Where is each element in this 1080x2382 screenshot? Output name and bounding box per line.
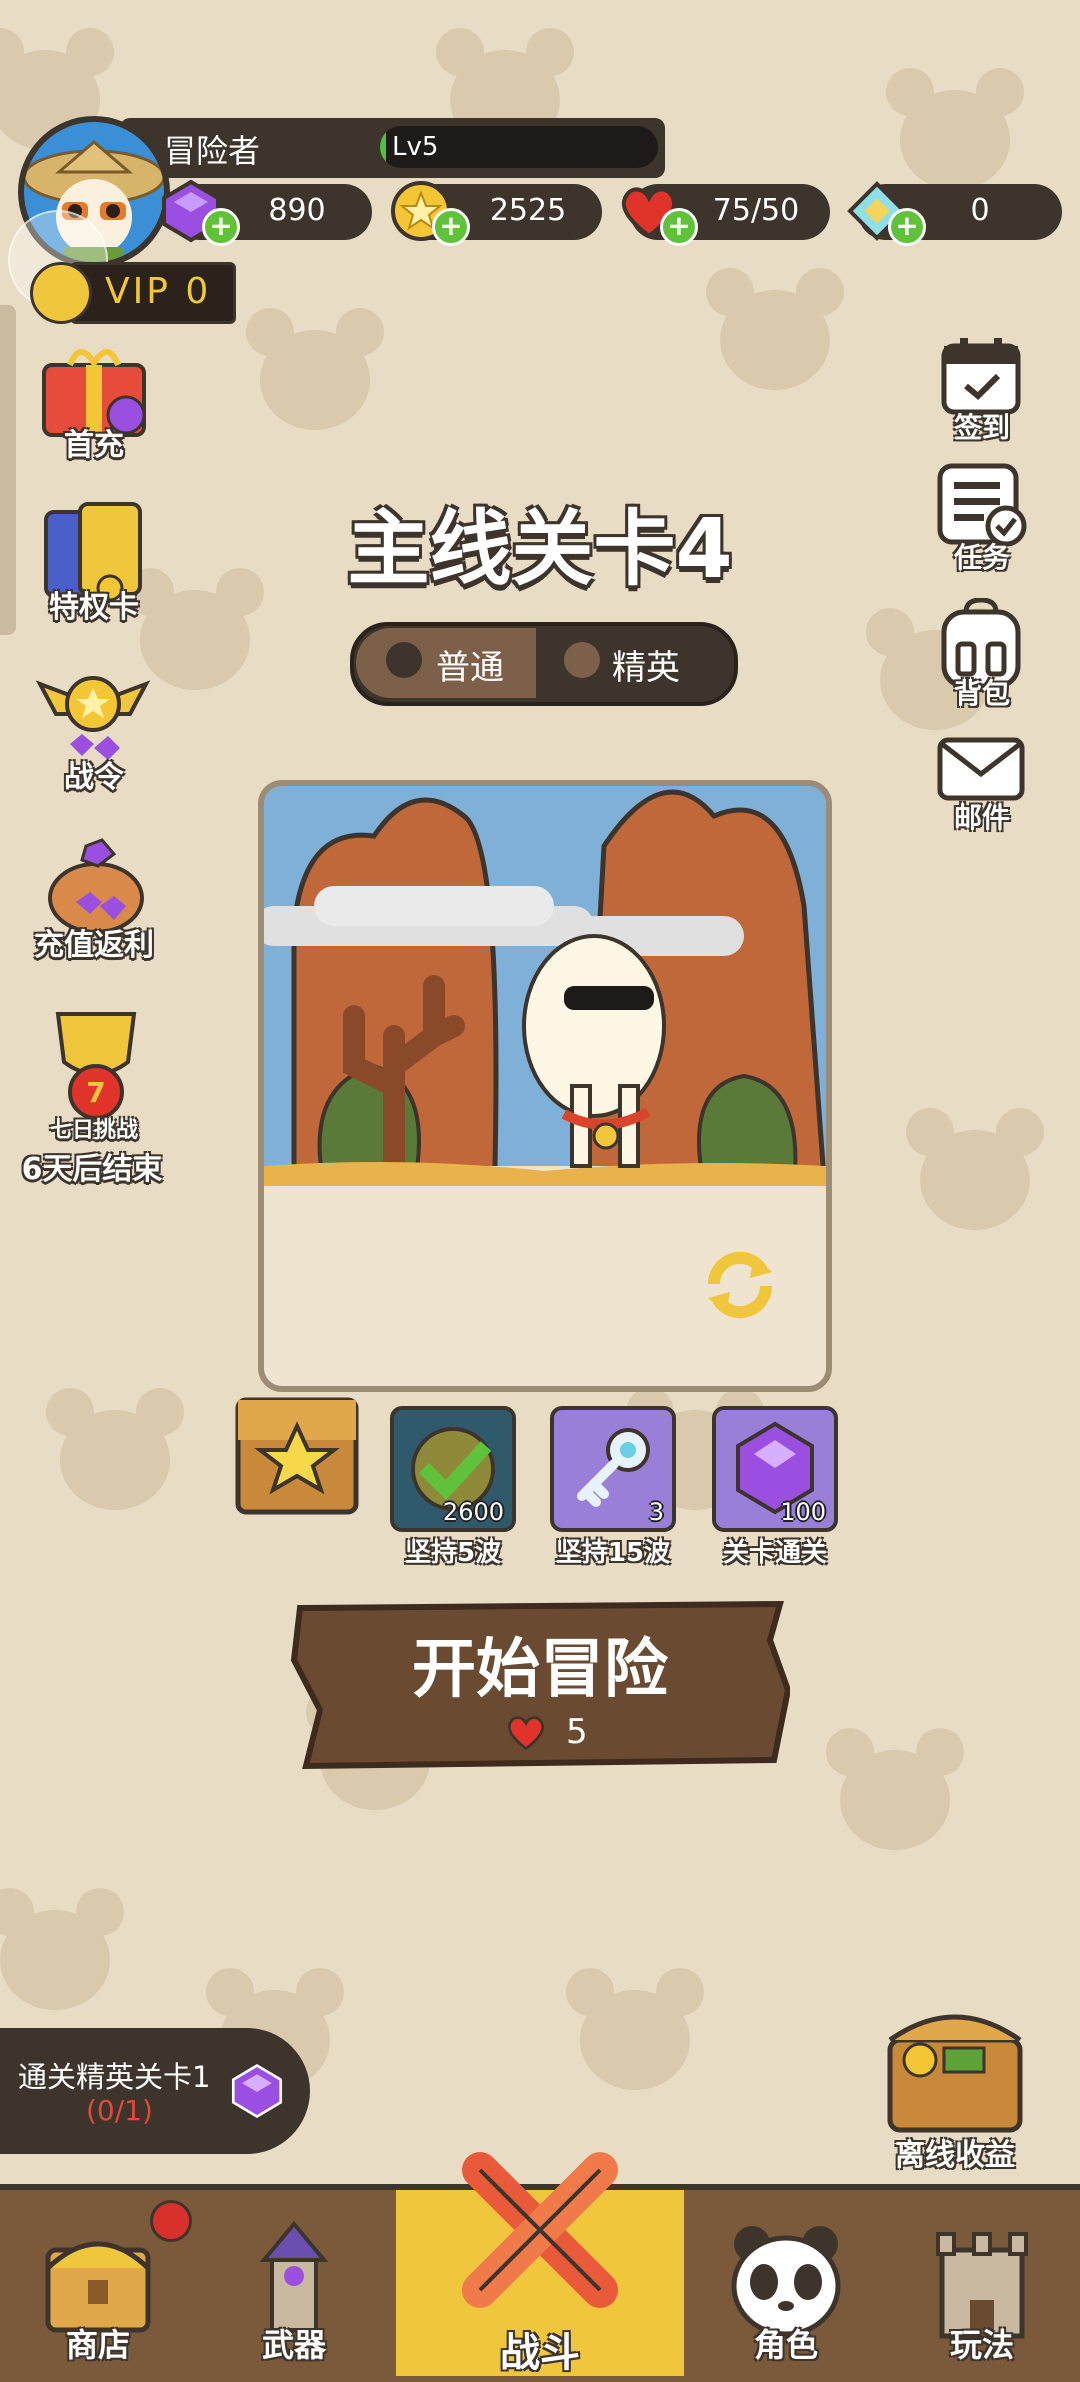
mail-label: 邮件 [953, 801, 1010, 834]
vip-label: VIP 0 [105, 271, 212, 312]
nav-gameplay[interactable]: 玩法 [902, 2200, 1062, 2370]
quest-reward-gem-icon [228, 2062, 286, 2124]
mail-icon[interactable] [936, 736, 1026, 802]
refresh-icon[interactable] [700, 1248, 780, 1322]
offline-earnings-chest-icon[interactable] [880, 2000, 1030, 2140]
ticket-value: 0 [970, 193, 990, 228]
backpack-label: 背包 [953, 677, 1010, 710]
checkin-label: 签到 [953, 411, 1010, 444]
nav-character-label: 角色 [753, 2326, 818, 2364]
reward-wave15-caption: 坚持15波 [555, 1538, 671, 1568]
reward-wave5[interactable]: 2600 [390, 1406, 516, 1532]
nav-shop[interactable]: 商店 [18, 2200, 192, 2370]
player-level: Lv5 [392, 132, 439, 162]
quest-text: 通关精英关卡1 [18, 2060, 211, 2094]
tab-elite[interactable]: 精英 [540, 628, 726, 698]
battle-pass-label: 战令 [64, 760, 124, 795]
nav-shop-label: 商店 [65, 2326, 130, 2364]
vip-badge[interactable]: VIP 0 [70, 262, 236, 324]
stage-title: 主线关卡4 [347, 502, 733, 597]
tab-elite-label: 精英 [612, 648, 680, 688]
nav-character[interactable]: 角色 [706, 2200, 866, 2370]
tab-normal-icon [386, 642, 422, 678]
nav-gameplay-label: 玩法 [949, 2326, 1014, 2364]
seven-day-challenge-timer: 6天后结束 [21, 1152, 163, 1187]
exp-bar-fill [380, 126, 386, 168]
recharge-rebate-label: 充值返利 [34, 928, 154, 963]
shop-notification-badge [150, 2200, 192, 2242]
vip-crown-icon [30, 262, 92, 324]
start-cost-heart-icon [504, 1710, 548, 1758]
start-adventure-label: 开始冒险 [412, 1633, 668, 1707]
calendar-checkin-icon[interactable] [940, 336, 1022, 416]
heart-add-button[interactable]: + [660, 208, 698, 246]
reward-wave15[interactable]: 3 [550, 1406, 676, 1532]
player-name: 冒险者 [164, 132, 261, 170]
quest-progress: (0/1) [86, 2094, 153, 2127]
seven-day-challenge-button[interactable]: 7 [34, 1002, 158, 1122]
nav-weapon[interactable]: 武器 [214, 2200, 374, 2370]
heart-value: 75/50 [712, 193, 800, 228]
privilege-card-label: 特权卡 [49, 590, 139, 625]
reward-wave15-count: 3 [648, 1498, 664, 1526]
tab-normal[interactable]: 普通 [356, 628, 536, 698]
reward-wave5-count: 2600 [442, 1498, 504, 1526]
exp-bar: Lv5 [380, 126, 658, 168]
tab-normal-label: 普通 [436, 648, 504, 688]
reward-clear-caption: 关卡通关 [722, 1538, 827, 1568]
nav-battle[interactable]: 战斗 [460, 2150, 620, 2376]
reward-clear[interactable]: 100 [712, 1406, 838, 1532]
seven-day-challenge-label: 七日挑战 [49, 1118, 138, 1143]
tab-elite-icon [564, 642, 600, 678]
coin-value: 2525 [489, 193, 567, 228]
offline-earnings-label: 离线收益 [895, 2138, 1015, 2173]
star-chest-icon[interactable] [230, 1390, 364, 1524]
reward-wave5-caption: 坚持5波 [404, 1538, 502, 1568]
reward-clear-count: 100 [780, 1498, 826, 1526]
gem-value: 890 [268, 193, 326, 228]
nav-weapon-label: 武器 [261, 2326, 326, 2364]
first-charge-label: 首充 [64, 428, 124, 463]
nav-battle-label: 战斗 [500, 2330, 580, 2376]
svg-text:7: 7 [86, 1076, 105, 1109]
quest-panel[interactable]: 通关精英关卡1 (0/1) [0, 2028, 310, 2154]
coin-add-button[interactable]: + [432, 208, 470, 246]
task-label: 任务 [953, 541, 1010, 574]
gem-add-button[interactable]: + [202, 208, 240, 246]
start-adventure-button[interactable]: 开始冒险 5 [290, 1600, 790, 1770]
start-cost: 5 [566, 1712, 588, 1752]
